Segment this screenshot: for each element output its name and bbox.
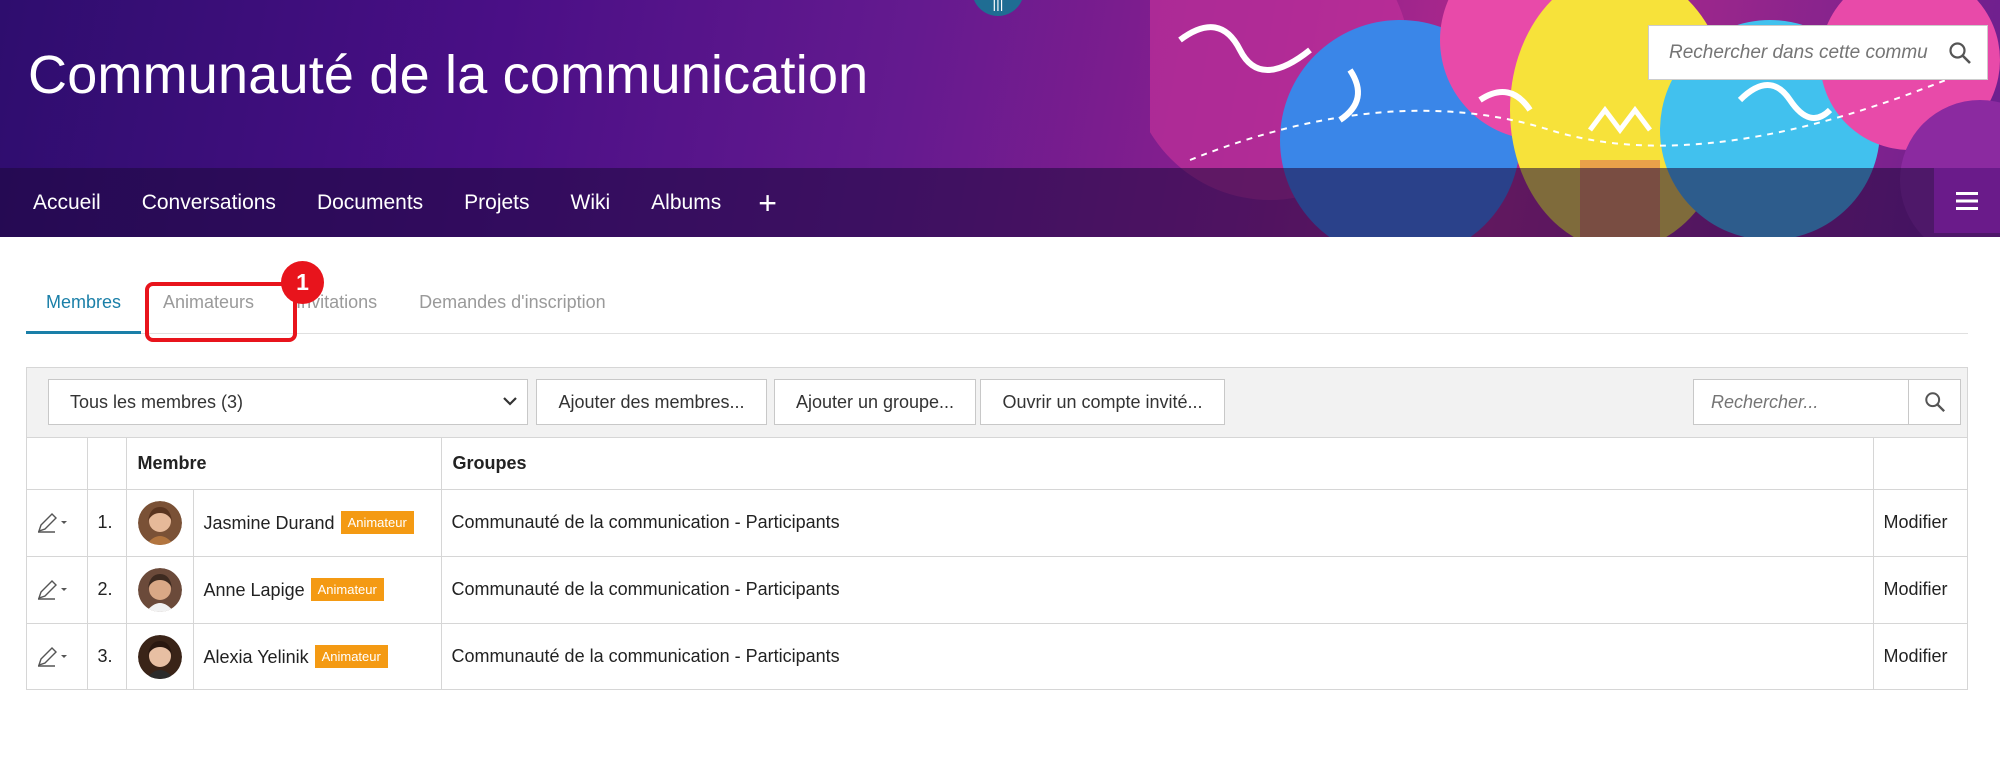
member-name[interactable]: Jasmine Durand (204, 513, 335, 533)
member-name[interactable]: Alexia Yelinik (204, 647, 309, 667)
avatar[interactable] (126, 623, 194, 690)
table-row: 1. Jasmine Durand Animateur Communauté de… (27, 489, 1967, 557)
pencil-icon[interactable] (35, 646, 69, 668)
member-search[interactable] (1693, 379, 1961, 425)
members-toolbar: Tous les membres (3) Ajouter des membres… (27, 368, 1967, 438)
members-table: Membre Groupes 1. Jasmine Durand Animateu… (27, 438, 1967, 690)
nav-item-wiki[interactable]: Wiki (571, 191, 611, 215)
annotation-highlight (145, 282, 297, 342)
add-group-button[interactable]: Ajouter un groupe... (774, 379, 976, 425)
header-empty (27, 438, 88, 490)
member-name-cell: Jasmine Durand Animateur (193, 489, 442, 557)
edit-menu[interactable] (27, 556, 88, 624)
hamburger-menu-icon[interactable] (1934, 168, 2000, 233)
tab-membres[interactable]: Membres (26, 276, 142, 334)
nav-item-albums[interactable]: Albums (651, 191, 721, 215)
page-title: Communauté de la communication (28, 45, 869, 105)
member-name-cell: Alexia Yelinik Animateur (193, 623, 442, 690)
table-row: 3. Alexia Yelinik Animateur Communauté de… (27, 623, 1967, 690)
community-search-input[interactable] (1649, 26, 1933, 79)
row-number: 3. (87, 623, 127, 690)
nav-item-documents[interactable]: Documents (317, 191, 423, 215)
edit-menu[interactable] (27, 489, 88, 557)
nav-item-accueil[interactable]: Accueil (33, 191, 101, 215)
edit-menu[interactable] (27, 623, 88, 690)
row-number: 1. (87, 489, 127, 557)
avatar[interactable] (126, 556, 194, 624)
main-nav: Accueil Conversations Documents Projets … (0, 168, 2000, 237)
pencil-icon[interactable] (35, 579, 69, 601)
member-name[interactable]: Anne Lapige (204, 580, 305, 600)
search-icon[interactable] (1908, 380, 1960, 424)
search-icon[interactable] (1933, 26, 1987, 79)
group-cell: Communauté de la communication - Partici… (441, 489, 1874, 557)
add-members-button[interactable]: Ajouter des membres... (536, 379, 767, 425)
avatar[interactable] (126, 489, 194, 557)
nav-item-conversations[interactable]: Conversations (142, 191, 276, 215)
member-filter-value: Tous les membres (3) (70, 391, 244, 412)
nav-item-projets[interactable]: Projets (464, 191, 529, 215)
group-cell: Communauté de la communication - Partici… (441, 623, 1874, 690)
role-badge: Animateur (310, 578, 384, 601)
chevron-down-icon (501, 392, 519, 415)
member-filter-select[interactable]: Tous les membres (3) (48, 379, 528, 425)
group-cell: Communauté de la communication - Partici… (441, 556, 1874, 624)
add-nav-item-button[interactable]: + (758, 187, 777, 219)
header-empty (87, 438, 127, 490)
table-header-row: Membre Groupes (27, 438, 1967, 490)
guest-account-button[interactable]: Ouvrir un compte invité... (980, 379, 1225, 425)
header-empty (1873, 438, 1967, 490)
annotation-badge: 1 (281, 261, 324, 304)
list-icon[interactable]: ||| (972, 0, 1024, 16)
table-row: 2. Anne Lapige Animateur Communauté de la… (27, 556, 1967, 624)
member-search-input[interactable] (1694, 380, 1908, 424)
header-groups: Groupes (441, 438, 1874, 490)
pencil-icon[interactable] (35, 512, 69, 534)
member-name-cell: Anne Lapige Animateur (193, 556, 442, 624)
role-badge: Animateur (340, 511, 414, 534)
community-banner: Communauté de la communication ||| Accue… (0, 0, 2000, 237)
row-number: 2. (87, 556, 127, 624)
header-member: Membre (126, 438, 442, 490)
tab-demandes[interactable]: Demandes d'inscription (399, 276, 626, 334)
community-search[interactable] (1648, 25, 1988, 80)
modify-link[interactable]: Modifier (1873, 556, 1967, 624)
modify-link[interactable]: Modifier (1873, 623, 1967, 690)
members-panel: Tous les membres (3) Ajouter des membres… (26, 367, 1968, 690)
modify-link[interactable]: Modifier (1873, 489, 1967, 557)
role-badge: Animateur (314, 645, 388, 669)
